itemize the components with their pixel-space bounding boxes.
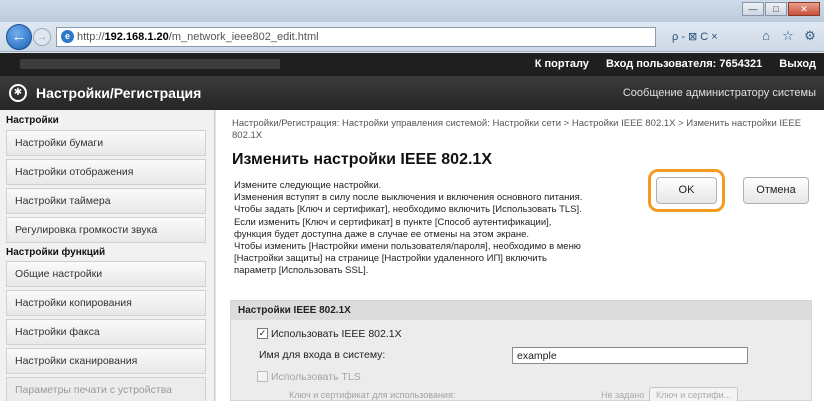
description-line: [Настройки защиты] на странице [Настройк… [234, 253, 547, 265]
use-ieee-label: Использовать IEEE 802.1X [271, 328, 402, 340]
sidebar: Настройки Настройки бумаги Настройки ото… [0, 110, 215, 401]
sidebar-item-display[interactable]: Настройки отображения [6, 159, 206, 185]
sidebar-section-settings: Настройки [6, 115, 59, 126]
tools-gear-icon[interactable]: ⚙ [802, 28, 818, 44]
device-topbar: К порталу Вход пользователя: 7654321 Вых… [0, 53, 824, 76]
main-content: Настройки/Регистрация: Настройки управле… [216, 110, 824, 401]
sidebar-item-paper[interactable]: Настройки бумаги [6, 130, 206, 156]
url-prefix: http:// [77, 31, 105, 43]
window-controls: — □ ✕ [742, 2, 820, 16]
address-tools-text[interactable]: ρ - ⊠ C × [672, 29, 718, 45]
description-line: параметр [Использовать SSL]. [234, 265, 369, 277]
sidebar-item-volume[interactable]: Регулировка громкости звука [6, 217, 206, 243]
url-input[interactable]: e http://192.168.1.20/m_network_ieee802_e… [56, 27, 656, 47]
login-name-label: Имя для входа в систему: [259, 349, 386, 361]
sidebar-item-scan[interactable]: Настройки сканирования [6, 348, 206, 374]
key-cert-label: Ключ и сертификат для использования: [289, 390, 456, 400]
app-title: Настройки/Регистрация [36, 85, 202, 101]
login-name-row: Имя для входа в систему: [231, 345, 811, 365]
ieee-settings-section: Настройки IEEE 802.1X ✓ Использовать IEE… [230, 300, 812, 401]
key-cert-row: Ключ и сертификат для использования: Не … [231, 387, 811, 401]
use-ieee-checkbox[interactable]: ✓ [257, 328, 268, 339]
forward-button[interactable]: → [33, 28, 51, 46]
key-cert-button[interactable]: Ключ и сертифи... [649, 387, 739, 401]
use-tls-label: Использовать TLS [271, 371, 361, 383]
section-heading: Настройки IEEE 802.1X [231, 301, 811, 320]
minimize-button[interactable]: — [742, 2, 764, 16]
portal-link[interactable]: К порталу [535, 58, 589, 70]
description-line: Измените следующие настройки. [234, 180, 382, 191]
sidebar-section-functions: Настройки функций [6, 247, 106, 258]
description-line: функция будет доступна даже в случае ее … [234, 228, 530, 240]
login-name-input[interactable] [512, 347, 748, 364]
ok-button[interactable]: OK [656, 177, 717, 204]
use-ieee-row: ✓ Использовать IEEE 802.1X [231, 324, 811, 344]
sidebar-item-fax[interactable]: Настройки факса [6, 319, 206, 345]
description-text: Измените следующие настройки. Изменения … [234, 180, 644, 278]
admin-message-link[interactable]: Сообщение администратору системы [623, 76, 816, 110]
home-icon[interactable]: ⌂ [758, 28, 774, 44]
sidebar-item-timer[interactable]: Настройки таймера [6, 188, 206, 214]
cancel-button[interactable]: Отмена [743, 177, 809, 204]
description-line: Чтобы задать [Ключ и сертификат], необхо… [234, 204, 582, 216]
browser-toolbar-icons: ⌂ ☆ ⚙ [758, 28, 818, 44]
ie-icon: e [61, 30, 74, 43]
address-tools: ρ - ⊠ C × [672, 27, 718, 47]
back-button[interactable]: ← [6, 24, 32, 50]
settings-registration-icon: ✱ [9, 84, 27, 102]
browser-titlebar: — □ ✕ [0, 0, 824, 22]
key-cert-status: Не задано [601, 390, 645, 400]
sidebar-item-print-from-device[interactable]: Параметры печати с устройства [6, 377, 206, 401]
logout-link[interactable]: Выход [779, 58, 816, 70]
app-header: ✱ Настройки/Регистрация Сообщение админи… [0, 76, 824, 110]
maximize-button[interactable]: □ [765, 2, 787, 16]
login-user-text: Вход пользователя: 7654321 [605, 58, 763, 70]
browser-address-bar: ← → e http://192.168.1.20/m_network_ieee8… [0, 22, 824, 52]
url-path: /m_network_ieee802_edit.html [168, 31, 319, 43]
breadcrumb: Настройки/Регистрация: Настройки управле… [232, 118, 802, 141]
topbar-links: К порталу Вход пользователя: 7654321 Вых… [521, 53, 816, 76]
url-host: 192.168.1.20 [104, 31, 169, 43]
device-name-blurred [20, 59, 280, 69]
sidebar-item-common[interactable]: Общие настройки [6, 261, 206, 287]
description-line: Изменения вступят в силу после выключени… [234, 192, 583, 204]
close-window-button[interactable]: ✕ [788, 2, 820, 16]
description-line: Если изменить [Ключ и сертификат] в пунк… [234, 216, 552, 228]
use-tls-row: Использовать TLS [231, 367, 811, 387]
description-line: Чтобы изменить [Настройки имени пользова… [234, 241, 581, 253]
sidebar-item-copy[interactable]: Настройки копирования [6, 290, 206, 316]
favorites-star-icon[interactable]: ☆ [780, 28, 796, 44]
page-title: Изменить настройки IEEE 802.1X [232, 151, 492, 168]
use-tls-checkbox[interactable] [257, 371, 268, 382]
